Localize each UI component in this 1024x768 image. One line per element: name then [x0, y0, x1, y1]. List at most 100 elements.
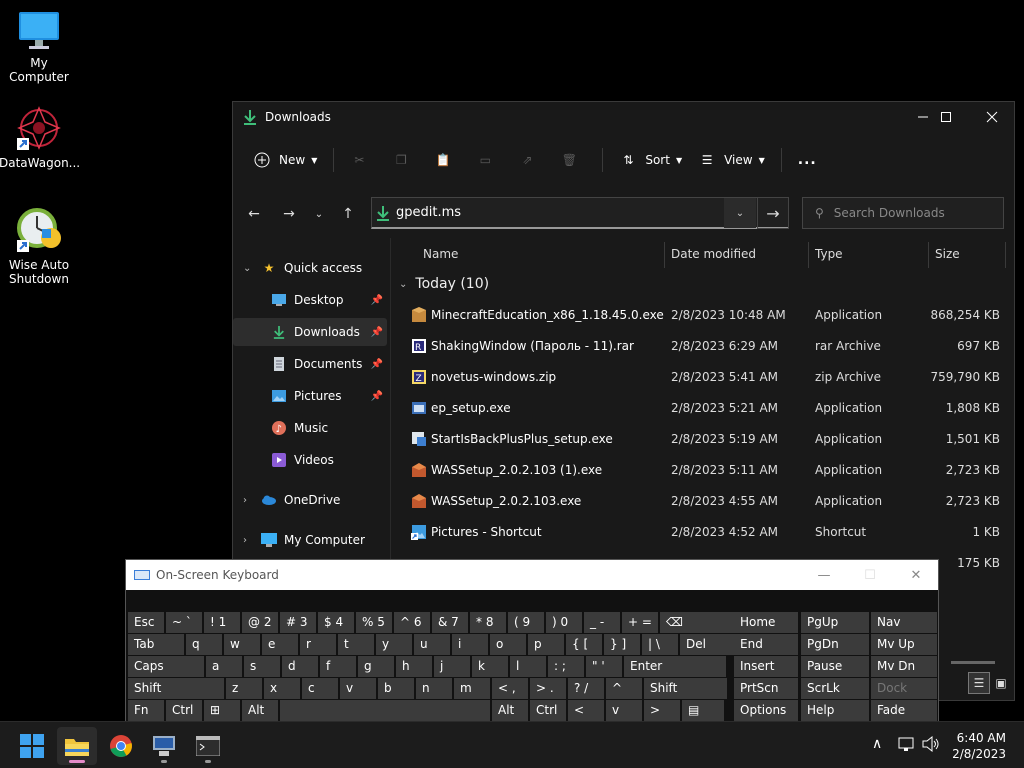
taskbar-chrome[interactable]: [101, 727, 141, 765]
osk-key[interactable]: b: [378, 678, 414, 699]
osk-maximize-button[interactable]: ☐: [848, 560, 892, 590]
osk-key[interactable]: Shift: [128, 678, 224, 699]
osk-nav-key[interactable]: Options: [734, 700, 798, 721]
sidebar-item-quick-access[interactable]: ⌄ ★ Quick access: [233, 254, 387, 282]
osk-key[interactable]: @ 2: [242, 612, 278, 633]
back-button[interactable]: ←: [243, 203, 265, 225]
osk-key[interactable]: ^: [606, 678, 642, 699]
osk-key[interactable]: " ': [586, 656, 622, 677]
osk-key[interactable]: Enter: [624, 656, 726, 677]
volume-icon[interactable]: [922, 735, 940, 756]
osk-key[interactable]: a: [206, 656, 242, 677]
sidebar-item-my-computer[interactable]: › My Computer: [233, 526, 387, 554]
osk-key[interactable]: Esc: [128, 612, 164, 633]
table-row[interactable]: WASSetup_2.0.2.103.exe 2/8/2023 4:55 AM …: [391, 486, 1014, 517]
column-header-date[interactable]: Date modified: [671, 238, 756, 270]
network-icon[interactable]: [898, 736, 916, 756]
osk-nav-key[interactable]: Fade: [871, 700, 937, 721]
osk-key[interactable]: Caps: [128, 656, 204, 677]
osk-key[interactable]: c: [302, 678, 338, 699]
paste-button[interactable]: 📋: [426, 144, 468, 176]
osk-nav-key[interactable]: Mv Dn: [871, 656, 937, 677]
recent-locations-button[interactable]: ⌄: [308, 203, 330, 225]
address-bar[interactable]: gpedit.ms ⌄: [371, 197, 789, 229]
osk-key[interactable]: & 7: [432, 612, 468, 633]
osk-key[interactable]: >: [644, 700, 680, 721]
osk-key[interactable]: Ctrl: [530, 700, 566, 721]
osk-key[interactable]: > .: [530, 678, 566, 699]
osk-key[interactable]: ( 9: [508, 612, 544, 633]
table-row[interactable]: ep_setup.exe 2/8/2023 5:21 AM Applicatio…: [391, 393, 1014, 424]
osk-nav-key[interactable]: Dock: [871, 678, 937, 699]
column-header-size[interactable]: Size: [935, 238, 960, 270]
osk-key[interactable]: ^ 6: [394, 612, 430, 633]
osk-key[interactable]: n: [416, 678, 452, 699]
osk-key[interactable]: u: [414, 634, 450, 655]
table-row[interactable]: Pictures - Shortcut 2/8/2023 4:52 AM Sho…: [391, 517, 1014, 548]
osk-key[interactable]: l: [510, 656, 546, 677]
clock[interactable]: 6:40 AM 2/8/2023: [952, 730, 1006, 762]
osk-key[interactable]: z: [226, 678, 262, 699]
column-divider[interactable]: [664, 242, 665, 268]
taskbar-remote-app[interactable]: [144, 727, 184, 765]
sidebar-item-videos[interactable]: Videos: [233, 446, 387, 474]
sidebar-item-desktop[interactable]: Desktop 📌: [233, 286, 387, 314]
column-divider[interactable]: [808, 242, 809, 268]
show-hidden-icons-button[interactable]: ∧: [872, 736, 882, 752]
osk-key[interactable]: ! 1: [204, 612, 240, 633]
osk-key[interactable]: | \: [642, 634, 678, 655]
osk-key[interactable]: ▤: [682, 700, 724, 721]
osk-key[interactable]: ~ `: [166, 612, 202, 633]
sidebar-item-documents[interactable]: Documents 📌: [233, 350, 387, 378]
osk-nav-key[interactable]: Nav: [871, 612, 937, 633]
taskbar-terminal[interactable]: [188, 727, 228, 765]
osk-key[interactable]: Alt: [242, 700, 278, 721]
osk-key[interactable]: x: [264, 678, 300, 699]
search-input[interactable]: ⚲ Search Downloads: [802, 197, 1004, 229]
table-row[interactable]: MinecraftEducation_x86_1.18.45.0.exe 2/8…: [391, 300, 1014, 331]
delete-button[interactable]: 🗑: [552, 144, 594, 176]
osk-nav-key[interactable]: PgUp: [801, 612, 869, 633]
osk-key[interactable]: k: [472, 656, 508, 677]
osk-key[interactable]: + =: [622, 612, 658, 633]
osk-key[interactable]: g: [358, 656, 394, 677]
osk-nav-key[interactable]: ScrLk: [801, 678, 869, 699]
osk-nav-key[interactable]: Home: [734, 612, 798, 633]
osk-key[interactable]: * 8: [470, 612, 506, 633]
column-divider[interactable]: [928, 242, 929, 268]
sidebar-item-music[interactable]: ♪ Music: [233, 414, 387, 442]
osk-key[interactable]: t: [338, 634, 374, 655]
osk-key[interactable]: r: [300, 634, 336, 655]
osk-key[interactable]: < ,: [492, 678, 528, 699]
go-button[interactable]: →: [757, 197, 789, 229]
start-button[interactable]: [12, 727, 52, 765]
window-titlebar[interactable]: Downloads: [233, 102, 1014, 132]
osk-key[interactable]: Fn: [128, 700, 164, 721]
desktop-icon-my-computer[interactable]: My Computer: [0, 10, 79, 84]
osk-key[interactable]: ? /: [568, 678, 604, 699]
sort-button[interactable]: ⇅ Sort ▼: [611, 144, 690, 176]
osk-key[interactable]: { [: [566, 634, 602, 655]
sidebar-item-downloads[interactable]: Downloads 📌: [233, 318, 387, 346]
osk-key[interactable]: j: [434, 656, 470, 677]
osk-key[interactable]: ) 0: [546, 612, 582, 633]
osk-key[interactable]: o: [490, 634, 526, 655]
osk-key[interactable]: h: [396, 656, 432, 677]
column-header-name[interactable]: Name: [423, 238, 458, 270]
osk-key[interactable]: q: [186, 634, 222, 655]
osk-key[interactable]: e: [262, 634, 298, 655]
more-options-button[interactable]: ...: [790, 144, 825, 176]
desktop-icon-wise-auto-shutdown[interactable]: Wise Auto Shutdown: [0, 202, 79, 286]
osk-key[interactable]: Shift: [644, 678, 727, 699]
horizontal-scrollbar[interactable]: [951, 661, 995, 664]
osk-key[interactable]: ⊞: [204, 700, 240, 721]
copy-button[interactable]: ❐: [384, 144, 426, 176]
osk-key[interactable]: f: [320, 656, 356, 677]
osk-close-button[interactable]: ✕: [894, 560, 938, 590]
osk-key[interactable]: v: [606, 700, 642, 721]
osk-minimize-button[interactable]: —: [802, 560, 846, 590]
osk-key[interactable]: Ctrl: [166, 700, 202, 721]
osk-key[interactable]: _ -: [584, 612, 620, 633]
group-header[interactable]: ⌄ Today (10): [399, 276, 489, 292]
osk-key[interactable]: Tab: [128, 634, 184, 655]
